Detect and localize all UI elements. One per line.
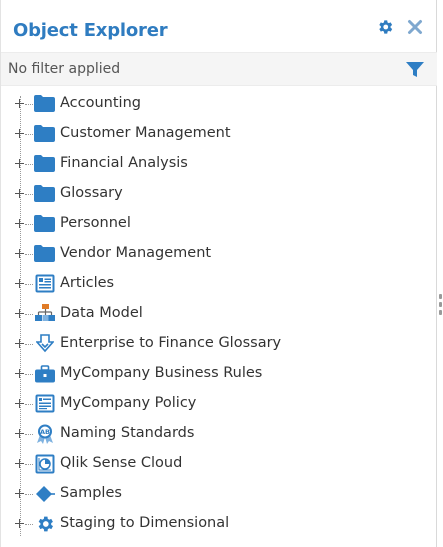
folder-icon [34, 124, 55, 143]
gear-icon[interactable] [376, 18, 394, 36]
tree-node-label[interactable]: Financial Analysis [60, 155, 188, 171]
svg-text:AB: AB [40, 428, 50, 436]
tree-node-mycompany-policy[interactable]: MyCompany Policy [1, 389, 437, 419]
tree-node-label[interactable]: Vendor Management [60, 245, 211, 261]
expand-toggle[interactable] [15, 279, 25, 289]
tree-node-accounting[interactable]: Accounting [1, 89, 437, 119]
expand-toggle[interactable] [15, 339, 25, 349]
panel-title: Object Explorer [13, 19, 168, 41]
tree-node-label[interactable]: Personnel [60, 215, 131, 231]
tree-node-personnel[interactable]: Personnel [1, 209, 437, 239]
tree-node-customer-management[interactable]: Customer Management [1, 119, 437, 149]
funnel-icon[interactable] [405, 61, 425, 79]
tree-node-qlik-sense-cloud[interactable]: Qlik Sense Cloud [1, 449, 437, 479]
tree-node-financial-analysis[interactable]: Financial Analysis [1, 149, 437, 179]
ab-badge-icon: AB [34, 424, 55, 444]
tree-node-label[interactable]: Accounting [60, 95, 141, 111]
expand-toggle[interactable] [15, 399, 25, 409]
expand-toggle[interactable] [15, 459, 25, 469]
expand-toggle[interactable] [15, 309, 25, 319]
articles-icon [34, 274, 55, 293]
tree-node-vendor-management[interactable]: Vendor Management [1, 239, 437, 269]
tree-node-label[interactable]: MyCompany Business Rules [60, 365, 262, 381]
tree-node-label[interactable]: Samples [60, 485, 122, 501]
filter-status: No filter applied [8, 61, 121, 77]
diamond-icon [34, 484, 55, 503]
folder-icon [34, 184, 55, 203]
tree-node-label[interactable]: Enterprise to Finance Glossary [60, 335, 281, 351]
expand-toggle[interactable] [15, 99, 25, 109]
expand-toggle[interactable] [15, 159, 25, 169]
qlik-chart-icon [34, 454, 55, 473]
tree-node-naming-standards[interactable]: AB Naming Standards [1, 419, 437, 449]
panel-resize-grip[interactable] [439, 294, 442, 318]
tree-node-label[interactable]: Glossary [60, 185, 123, 201]
tree-node-label[interactable]: Data Model [60, 305, 143, 321]
tree-node-label[interactable]: Naming Standards [60, 425, 194, 441]
expand-toggle[interactable] [15, 189, 25, 199]
object-explorer-panel: Object Explorer No filter applied Accoun… [0, 0, 437, 547]
folder-icon [34, 154, 55, 173]
tree-node-data-model[interactable]: Data Model [1, 299, 437, 329]
gear-icon [34, 514, 55, 533]
folder-icon [34, 244, 55, 263]
tree-node-mycompany-business-rules[interactable]: MyCompany Business Rules [1, 359, 437, 389]
tree-node-label[interactable]: Qlik Sense Cloud [60, 455, 182, 471]
header-actions [376, 18, 424, 36]
briefcase-icon [34, 364, 55, 383]
expand-toggle[interactable] [15, 369, 25, 379]
close-icon[interactable] [406, 18, 424, 36]
expand-toggle[interactable] [15, 129, 25, 139]
panel-header: Object Explorer [1, 8, 437, 52]
folder-icon [34, 94, 55, 113]
expand-toggle[interactable] [15, 489, 25, 499]
object-tree: Accounting Customer Management Financial… [1, 89, 437, 539]
data-model-icon [34, 304, 55, 323]
folder-icon [34, 214, 55, 233]
filter-bar: No filter applied [1, 52, 437, 86]
tree-node-label[interactable]: MyCompany Policy [60, 395, 196, 411]
expand-toggle[interactable] [15, 249, 25, 259]
expand-toggle[interactable] [15, 219, 25, 229]
mapping-arrow-icon [34, 334, 55, 353]
tree-node-label[interactable]: Staging to Dimensional [60, 515, 229, 531]
tree-node-glossary[interactable]: Glossary [1, 179, 437, 209]
tree-node-samples[interactable]: Samples [1, 479, 437, 509]
tree-node-label[interactable]: Customer Management [60, 125, 231, 141]
expand-toggle[interactable] [15, 519, 25, 529]
expand-toggle[interactable] [15, 429, 25, 439]
policy-document-icon [34, 394, 55, 413]
tree-node-staging-to-dimensional[interactable]: Staging to Dimensional [1, 509, 437, 539]
tree-node-label[interactable]: Articles [60, 275, 114, 291]
tree-node-articles[interactable]: Articles [1, 269, 437, 299]
tree-node-enterprise-to-finance-glossary[interactable]: Enterprise to Finance Glossary [1, 329, 437, 359]
